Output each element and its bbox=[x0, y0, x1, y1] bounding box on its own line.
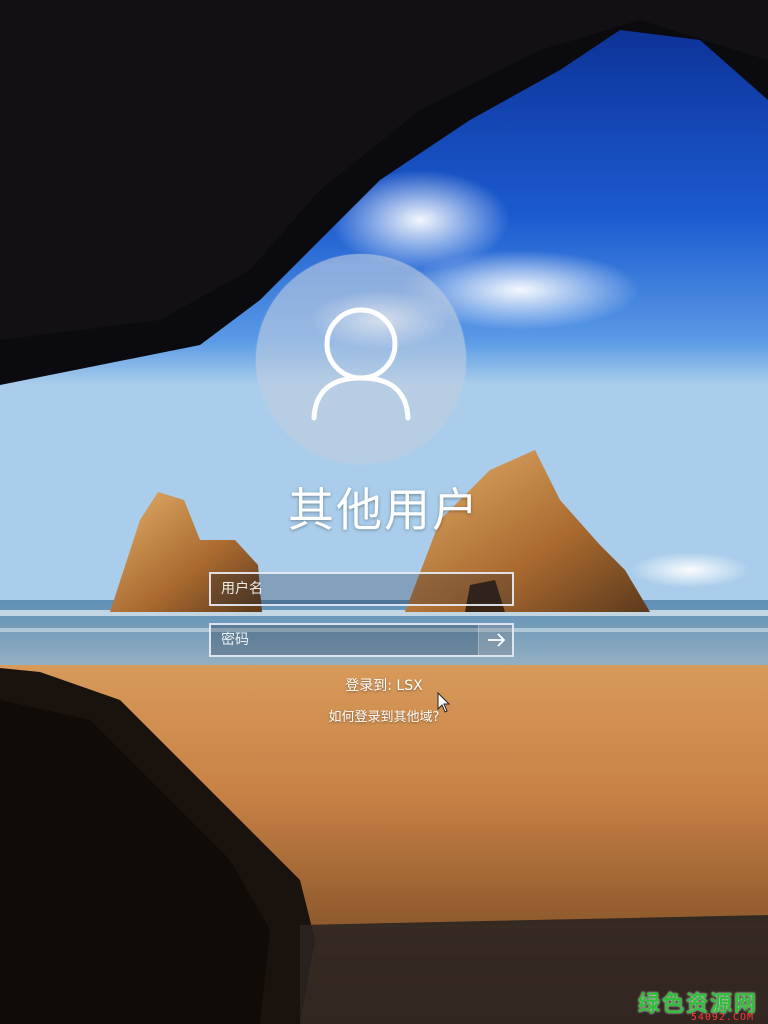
user-display-name: 其他用户 bbox=[288, 483, 480, 537]
password-field-box bbox=[209, 623, 514, 657]
watermark-subtitle: 54092.COM bbox=[690, 1012, 754, 1023]
submit-button[interactable] bbox=[478, 625, 512, 655]
other-domain-link[interactable]: 如何登录到其他域? bbox=[329, 710, 440, 725]
mouse-pointer-icon bbox=[437, 692, 451, 713]
sign-in-to-label: 登录到: LSX bbox=[345, 678, 423, 694]
username-input[interactable] bbox=[211, 574, 512, 604]
username-field-box bbox=[209, 572, 514, 606]
password-input[interactable] bbox=[211, 625, 481, 655]
lock-screen: 其他用户 登录到: LSX 如何登录到其他域? 绿色资源网 54092.COM bbox=[0, 0, 768, 1024]
other-domain-link-row: 如何登录到其他域? bbox=[0, 708, 768, 728]
user-avatar bbox=[256, 254, 466, 464]
site-watermark: 绿色资源网 54092.COM bbox=[614, 992, 764, 1023]
arrow-right-icon bbox=[488, 633, 506, 647]
user-silhouette-icon bbox=[311, 307, 411, 421]
